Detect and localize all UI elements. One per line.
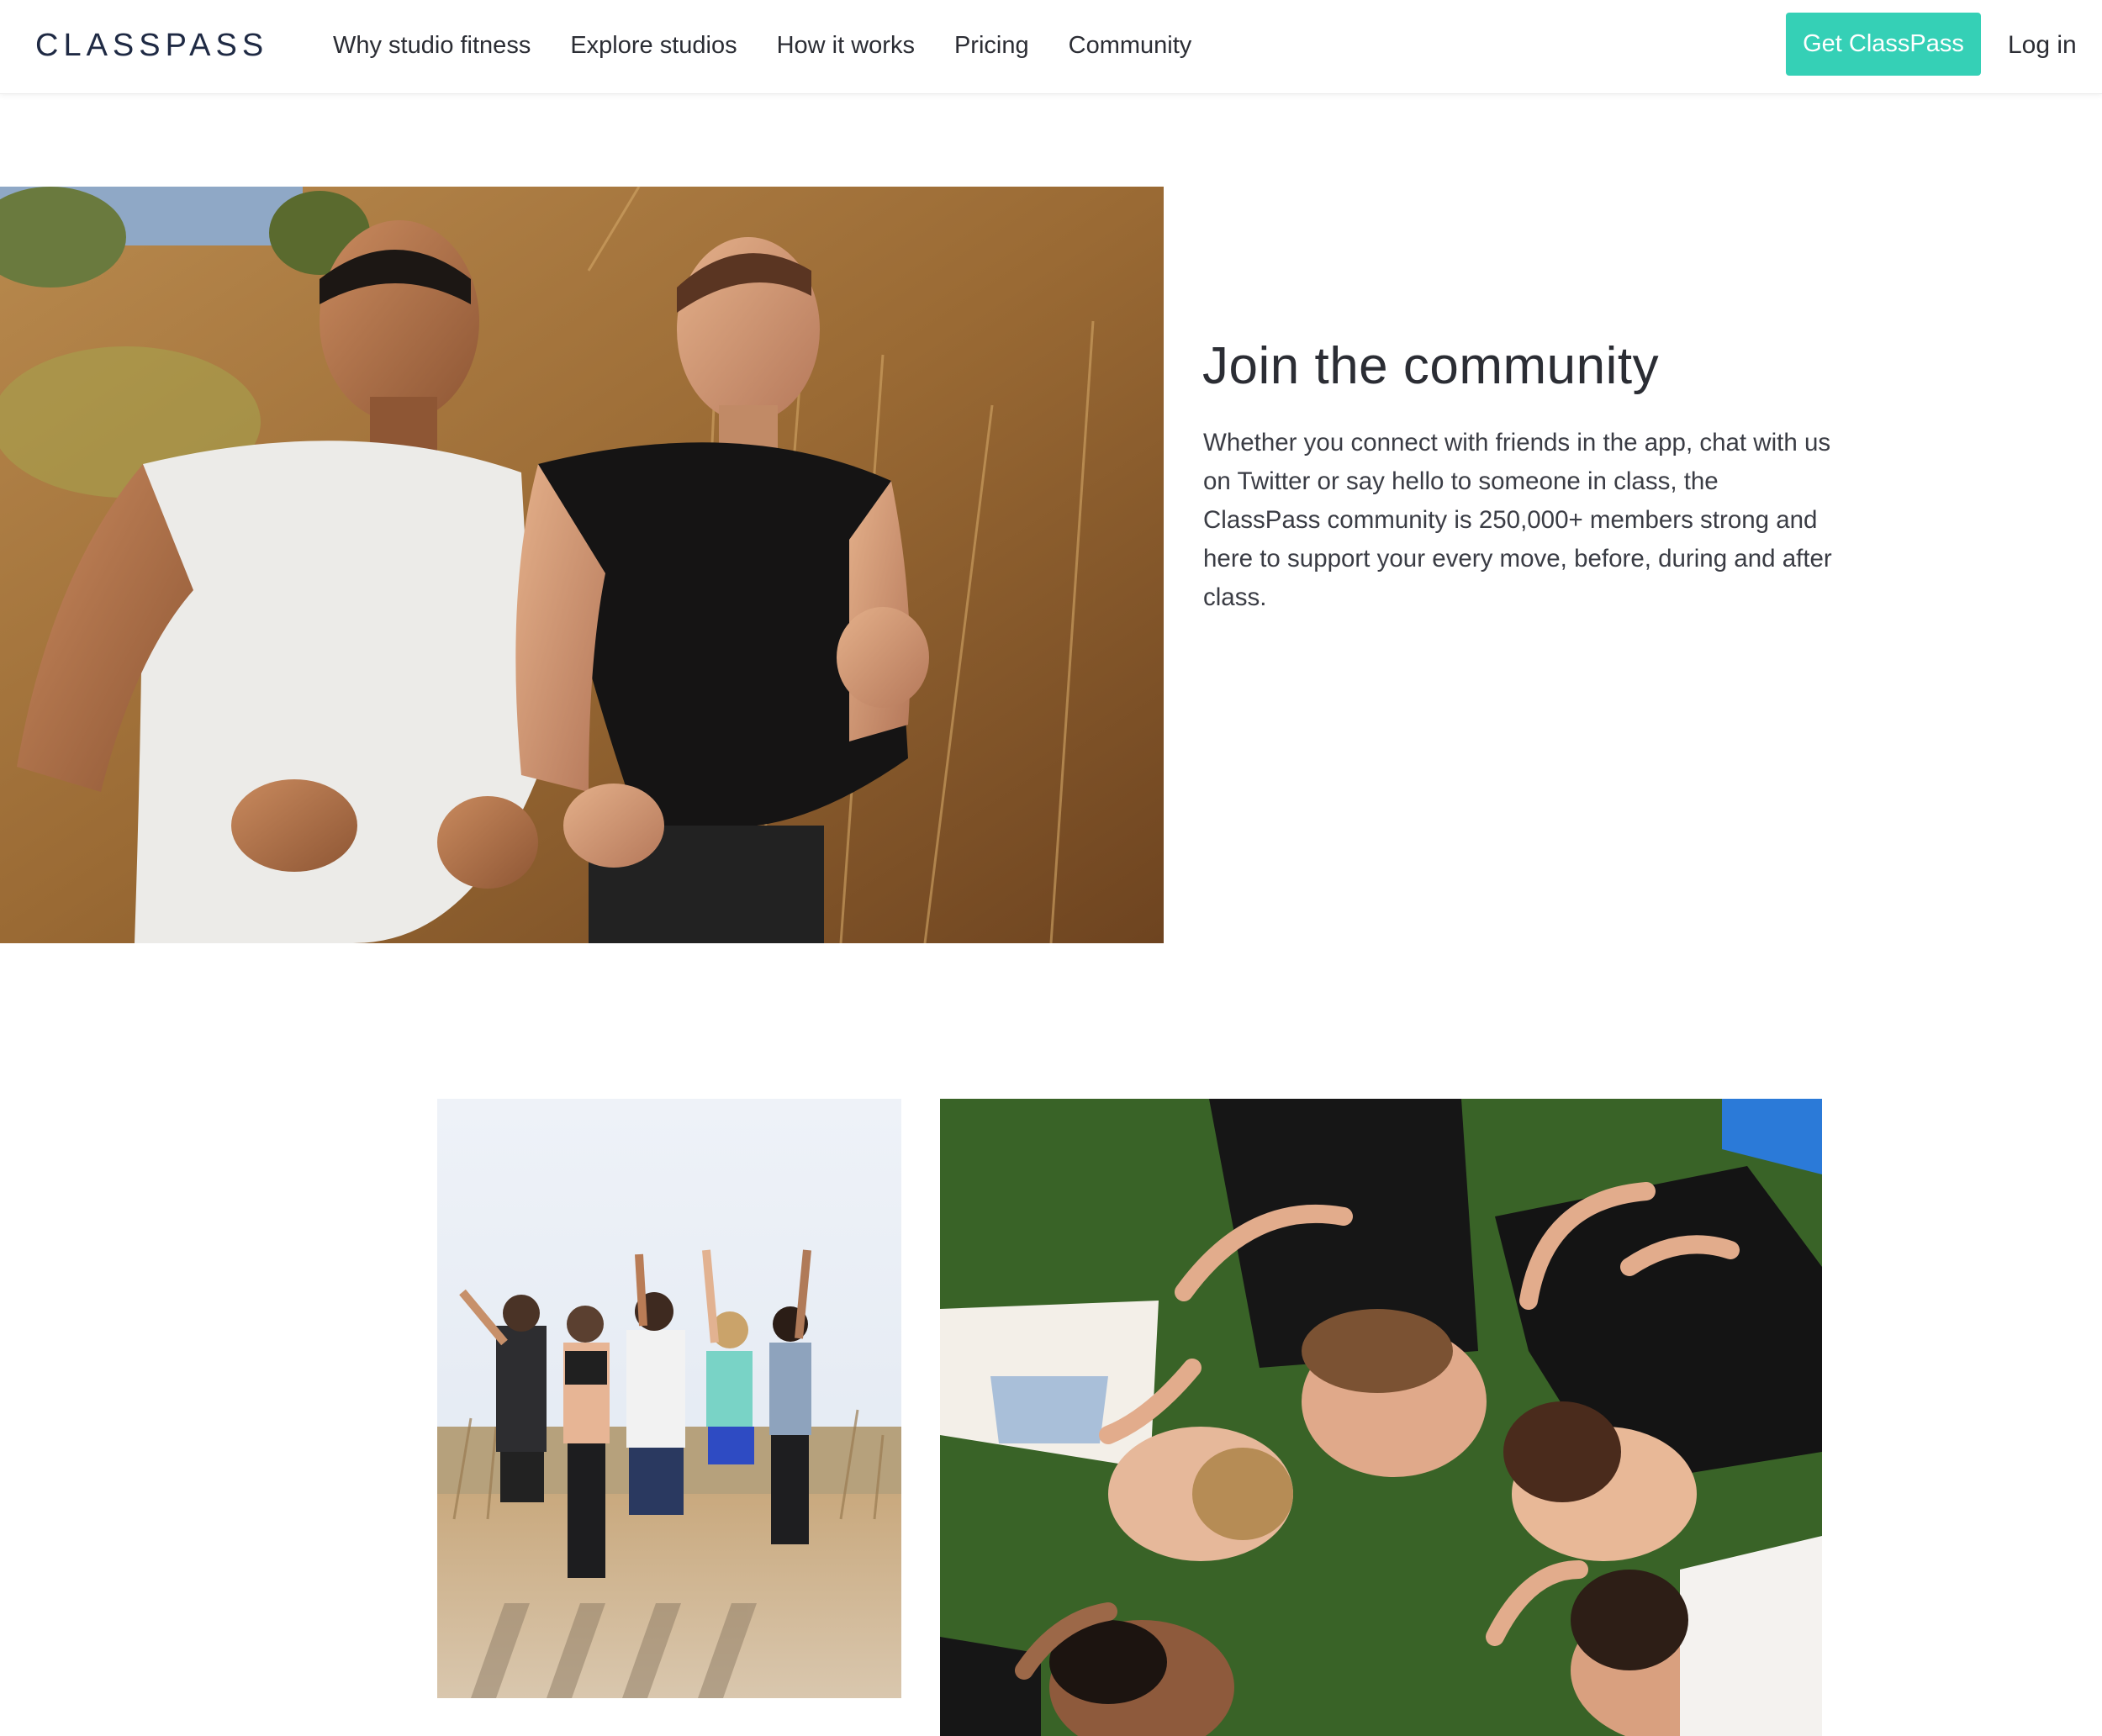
community-description: Whether you connect with friends in the … <box>1203 429 1832 611</box>
nav-community[interactable]: Community <box>1069 25 1192 66</box>
top-nav-bar: CLASSPASS Why studio fitness Explore stu… <box>0 0 2102 94</box>
classpass-logo[interactable]: CLASSPASS <box>35 25 268 66</box>
group-celebrating-photo <box>437 1099 901 1698</box>
runners-photo <box>0 187 1164 943</box>
get-classpass-button[interactable]: Get ClassPass <box>1786 13 1981 76</box>
login-link[interactable]: Log in <box>2008 25 2077 66</box>
group-lying-on-grass-photo <box>940 1099 1822 1736</box>
community-heading: Join the community <box>1202 337 1660 395</box>
nav-pricing[interactable]: Pricing <box>954 25 1029 66</box>
main-nav: Why studio fitness Explore studios How i… <box>333 25 1231 66</box>
nav-why-studio-fitness[interactable]: Why studio fitness <box>333 25 531 66</box>
nav-explore-studios[interactable]: Explore studios <box>570 25 737 66</box>
nav-how-it-works[interactable]: How it works <box>777 25 915 66</box>
